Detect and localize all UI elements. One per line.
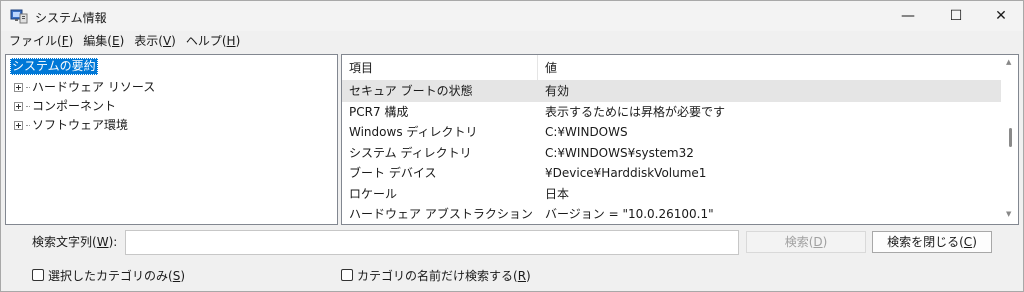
find-what-label: 検索文字列(W): — [32, 235, 118, 249]
find-button[interactable]: 検索(D) — [746, 231, 866, 253]
expand-plus-icon[interactable] — [14, 82, 23, 92]
list-rows: セキュア ブートの状態 有効 PCR7 構成 表示するためには昇格が必要です W… — [342, 81, 1001, 224]
column-header-item[interactable]: 項目 — [342, 55, 538, 81]
minimize-button[interactable]: — — [885, 1, 931, 31]
scroll-down-arrow-icon[interactable]: ▼ — [1006, 210, 1011, 218]
list-header: 項目 値 — [342, 55, 1001, 81]
row-item: ロケール — [349, 186, 398, 201]
find-what-input[interactable] — [125, 230, 739, 255]
row-item: セキュア ブートの状態 — [349, 84, 473, 98]
row-value: バージョン = "10.0.26100.1" — [545, 207, 714, 221]
tree-item-label: ハードウェア リソース — [32, 80, 156, 94]
table-row[interactable]: システム ディレクトリ C:¥WINDOWS¥system32 — [342, 143, 1001, 164]
row-value: 有効 — [545, 84, 570, 98]
tree-item-components[interactable]: コンポーネント — [14, 97, 116, 115]
search-selected-category-only-checkbox[interactable]: 選択したカテゴリのみ(S) — [32, 267, 185, 283]
close-icon: ✕ — [995, 8, 1007, 24]
row-item: PCR7 構成 — [349, 104, 409, 119]
tree-item-system-summary[interactable]: システムの要約 — [10, 58, 98, 75]
close-button[interactable]: ✕ — [978, 1, 1024, 31]
tree-item-label: ソフトウェア環境 — [32, 118, 129, 132]
expand-plus-icon[interactable] — [14, 120, 23, 130]
category-tree[interactable]: システムの要約 ハードウェア リソース コンポーネント ソフトウェア環境 — [5, 54, 338, 225]
table-row[interactable]: PCR7 構成 表示するためには昇格が必要です — [342, 102, 1001, 123]
tree-item-hardware-resources[interactable]: ハードウェア リソース — [14, 78, 155, 96]
menu-file[interactable]: ファイル(F) — [5, 31, 79, 51]
menu-help[interactable]: ヘルプ(H) — [182, 31, 246, 51]
scrollbar-thumb[interactable] — [1009, 128, 1012, 147]
window-title: システム情報 — [35, 11, 107, 25]
system-information-app-icon — [10, 9, 28, 24]
search-category-names-only-checkbox[interactable]: カテゴリの名前だけ検索する(R) — [341, 267, 531, 283]
checkbox-icon[interactable] — [341, 269, 353, 281]
row-item: ブート デバイス — [349, 166, 437, 180]
table-row[interactable]: ブート デバイス ¥Device¥HarddiskVolume1 — [342, 163, 1001, 184]
system-information-window: システム情報 — ☐ ✕ ファイル(F) 編集(E) 表示(V) ヘルプ(H) … — [0, 0, 1024, 292]
checkbox-icon[interactable] — [32, 269, 44, 281]
row-value: C:¥WINDOWS — [545, 125, 628, 139]
maximize-icon: ☐ — [949, 8, 963, 24]
row-item: ハードウェア アブストラクション レイヤー — [349, 207, 537, 221]
vertical-scrollbar[interactable]: ▲ ▼ — [1002, 55, 1018, 224]
row-item: Windows ディレクトリ — [349, 125, 478, 139]
table-row[interactable]: セキュア ブートの状態 有効 — [342, 81, 1001, 102]
column-header-value[interactable]: 値 — [538, 55, 1001, 81]
menu-view[interactable]: 表示(V) — [130, 31, 182, 51]
row-item: システム ディレクトリ — [349, 145, 472, 160]
table-row[interactable]: ロケール 日本 — [342, 184, 1001, 205]
row-value: 日本 — [545, 186, 570, 201]
checkbox-label: カテゴリの名前だけ検索する(R) — [357, 268, 531, 283]
row-value: 表示するためには昇格が必要です — [545, 104, 726, 119]
tree-item-software-environment[interactable]: ソフトウェア環境 — [14, 116, 128, 134]
row-value: C:¥WINDOWS¥system32 — [545, 145, 694, 160]
minimize-icon: — — [901, 8, 915, 24]
menu-bar: ファイル(F) 編集(E) 表示(V) ヘルプ(H) — [1, 31, 1023, 51]
checkbox-label: 選択したカテゴリのみ(S) — [48, 268, 185, 283]
details-list[interactable]: 項目 値 セキュア ブートの状態 有効 PCR7 構成 表示するためには昇格が必… — [341, 54, 1019, 225]
row-value: ¥Device¥HarddiskVolume1 — [545, 166, 707, 180]
table-row[interactable]: Windows ディレクトリ C:¥WINDOWS — [342, 122, 1001, 143]
title-bar[interactable]: システム情報 — ☐ ✕ — [1, 1, 1023, 31]
close-find-button[interactable]: 検索を閉じる(C) — [872, 231, 992, 253]
table-row[interactable]: ハードウェア アブストラクション レイヤー バージョン = "10.0.2610… — [342, 204, 1001, 224]
expand-plus-icon[interactable] — [14, 101, 23, 111]
menu-edit[interactable]: 編集(E) — [79, 31, 130, 51]
tree-item-label: コンポーネント — [32, 99, 117, 113]
scroll-up-arrow-icon[interactable]: ▲ — [1006, 58, 1011, 66]
maximize-button[interactable]: ☐ — [933, 1, 979, 31]
